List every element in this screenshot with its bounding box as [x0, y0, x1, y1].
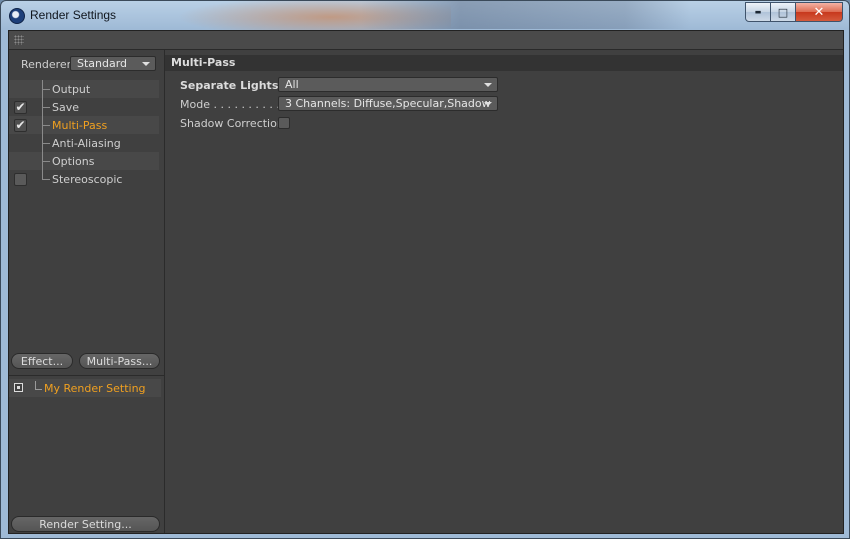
tree-connector: [35, 381, 36, 389]
mode-row: Mode . . . . . . . . . . . 3 Channels: D…: [165, 95, 843, 113]
list-item-my-render-setting[interactable]: My Render Setting: [9, 379, 161, 397]
title-bar[interactable]: Render Settings ▬ □ ✕: [1, 1, 849, 33]
separate-lights-dropdown[interactable]: All: [278, 77, 498, 92]
close-button[interactable]: ✕: [796, 2, 843, 22]
renderer-dropdown[interactable]: Standard: [70, 56, 156, 71]
tree-connector: [42, 179, 50, 180]
tree-item-label: Multi-Pass: [52, 119, 108, 132]
section-title: Multi-Pass: [165, 55, 843, 71]
tree-item-anti-aliasing[interactable]: Anti-Aliasing: [9, 134, 159, 152]
settings-tree: Output ✔ Save ✔ Multi-Pass Anti-Aliasing…: [9, 80, 164, 188]
tree-item-stereoscopic[interactable]: Stereoscopic: [9, 170, 159, 188]
tree-connector: [42, 143, 50, 144]
effect-button[interactable]: Effect...: [11, 353, 73, 369]
chevron-down-icon: [484, 83, 492, 87]
separate-lights-value: All: [285, 78, 299, 91]
render-settings-window: Render Settings ▬ □ ✕ Renderer Standard: [0, 0, 850, 539]
minimize-button[interactable]: ▬: [745, 2, 771, 22]
renderer-label: Renderer: [21, 58, 72, 71]
attributes-panel: Multi-Pass Separate Lights All Mode . . …: [165, 50, 843, 533]
maximize-icon: □: [777, 5, 789, 19]
toolbar: [9, 31, 843, 50]
mode-dropdown[interactable]: 3 Channels: Diffuse,Specular,Shadow: [278, 96, 498, 111]
save-checkbox[interactable]: ✔: [14, 101, 27, 114]
mode-value: 3 Channels: Diffuse,Specular,Shadow: [285, 97, 491, 110]
cinema4d-app-icon: [9, 8, 25, 24]
tree-connector: [42, 89, 50, 90]
renderer-row: Renderer Standard: [9, 55, 164, 73]
renderer-value: Standard: [77, 57, 128, 70]
tree-item-label: Save: [52, 101, 80, 114]
client-area: Renderer Standard Output ✔ Save ✔ Multi-…: [8, 30, 844, 534]
multi-pass-button[interactable]: Multi-Pass...: [79, 353, 160, 369]
shadow-correction-row: Shadow Correction: [165, 114, 843, 132]
tree-item-label: Options: [52, 155, 95, 168]
titlebar-background-shade: [361, 1, 691, 29]
render-setting-button[interactable]: Render Setting...: [11, 516, 160, 532]
window-controls: ▬ □ ✕: [745, 2, 843, 22]
multi-pass-checkbox[interactable]: ✔: [14, 119, 27, 132]
effect-button-row: Effect... Multi-Pass...: [9, 351, 164, 371]
setting-label: My Render Setting: [44, 382, 146, 395]
tree-item-options[interactable]: Options: [9, 152, 159, 170]
tree-item-output[interactable]: Output: [9, 80, 159, 98]
chevron-down-icon: [484, 102, 492, 106]
grip-icon[interactable]: [14, 35, 24, 45]
tree-item-label: Output: [52, 83, 91, 96]
mode-label: Mode . . . . . . . . . . .: [180, 98, 287, 111]
left-panel: Renderer Standard Output ✔ Save ✔ Multi-…: [9, 50, 165, 533]
tree-item-multi-pass[interactable]: ✔ Multi-Pass: [9, 116, 159, 134]
render-settings-list: My Render Setting: [9, 375, 164, 516]
tree-connector: [42, 107, 50, 108]
shadow-correction-checkbox[interactable]: [278, 117, 290, 129]
minimize-icon: ▬: [754, 8, 762, 16]
stereoscopic-checkbox[interactable]: [14, 173, 27, 186]
chevron-down-icon: [142, 62, 150, 66]
active-setting-icon[interactable]: [14, 383, 23, 392]
tree-item-label: Anti-Aliasing: [52, 137, 121, 150]
shadow-correction-label: Shadow Correction: [180, 117, 284, 130]
tree-connector: [42, 125, 50, 126]
maximize-button[interactable]: □: [771, 2, 796, 22]
separate-lights-label: Separate Lights: [180, 79, 279, 92]
close-icon: ✕: [813, 4, 825, 20]
tree-item-label: Stereoscopic: [52, 173, 123, 186]
separate-lights-row: Separate Lights All: [165, 76, 843, 94]
tree-connector: [42, 161, 50, 162]
tree-item-save[interactable]: ✔ Save: [9, 98, 159, 116]
tree-connector: [35, 389, 42, 390]
window-title: Render Settings: [30, 8, 117, 22]
